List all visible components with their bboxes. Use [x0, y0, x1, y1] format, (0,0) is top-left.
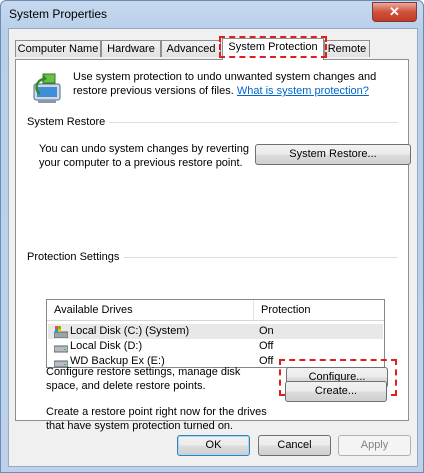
tab-computer-name[interactable]: Computer Name — [15, 40, 101, 57]
intro-text: Use system protection to undo unwanted s… — [73, 70, 403, 98]
create-description: Create a restore point right now for the… — [46, 406, 267, 432]
system-properties-window: System Properties ✕ Computer Name Hardwa… — [0, 0, 424, 473]
system-restore-divider — [106, 122, 398, 123]
tab-hardware[interactable]: Hardware — [101, 40, 161, 57]
configure-description: Configure restore settings, manage disk … — [46, 366, 241, 392]
drive-row[interactable]: Local Disk (D:) Off — [48, 339, 383, 354]
system-restore-button[interactable]: System Restore... — [255, 144, 411, 165]
system-protection-icon — [33, 73, 61, 103]
column-header-protection[interactable]: Protection — [254, 300, 384, 321]
system-drive-icon — [54, 326, 68, 338]
ok-button[interactable]: OK — [177, 435, 250, 456]
what-is-system-protection-link[interactable]: What is system protection? — [237, 85, 369, 97]
tab-system-protection-label: System Protection — [228, 41, 318, 53]
dialog-client: Computer Name Hardware Advanced System P… — [8, 28, 418, 467]
drive-protection-status: Off — [259, 340, 274, 352]
tab-remote[interactable]: Remote — [324, 40, 370, 57]
column-header-available-drives[interactable]: Available Drives — [47, 300, 253, 321]
tab-advanced[interactable]: Advanced — [161, 40, 221, 57]
drives-list[interactable]: Available Drives Protection Local Disk (… — [46, 299, 385, 368]
system-restore-text: You can undo system changes by reverting… — [39, 143, 249, 169]
protection-settings-heading: Protection Settings — [27, 251, 124, 263]
close-button[interactable]: ✕ — [372, 2, 417, 22]
apply-button[interactable]: Apply — [338, 435, 411, 456]
title-bar[interactable]: System Properties ✕ — [1, 1, 423, 27]
cancel-button[interactable]: Cancel — [258, 435, 331, 456]
create-button[interactable]: Create... — [285, 381, 387, 402]
drive-row[interactable]: Local Disk (C:) (System) On — [48, 324, 383, 339]
system-restore-heading: System Restore — [27, 116, 110, 128]
drive-name: Local Disk (C:) (System) — [70, 325, 190, 337]
drive-protection-status: On — [259, 325, 274, 337]
hard-drive-icon — [54, 345, 68, 353]
drive-name: Local Disk (D:) — [70, 340, 143, 352]
protection-settings-divider — [124, 257, 398, 258]
system-protection-panel: Use system protection to undo unwanted s… — [15, 59, 411, 432]
tab-system-protection[interactable]: System Protection — [219, 36, 327, 60]
window-title: System Properties — [9, 7, 108, 21]
